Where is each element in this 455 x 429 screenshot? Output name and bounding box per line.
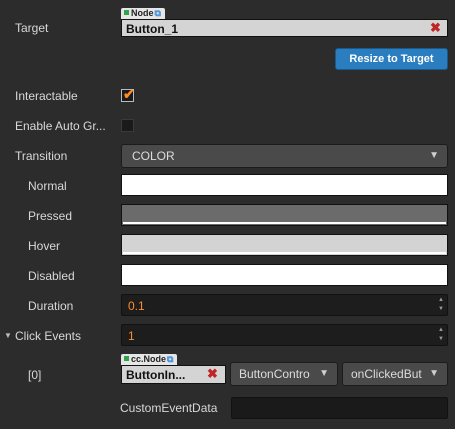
interactable-checkbox[interactable]: ✔ [121, 86, 135, 102]
spin-down-icon: ▼ [438, 336, 444, 342]
click-events-spinner[interactable]: ▲ ▼ [437, 326, 445, 344]
target-label: Target [15, 21, 49, 35]
hover-color-swatch[interactable] [121, 234, 448, 256]
external-link-icon[interactable]: ⧉ [155, 8, 161, 18]
pressed-label: Pressed [28, 209, 73, 223]
custom-event-data-input[interactable] [231, 397, 448, 419]
target-node-field[interactable]: Button_1 [121, 19, 448, 37]
interactable-label: Interactable [15, 89, 78, 103]
custom-event-data-label: CustomEventData [120, 401, 218, 415]
chevron-down-icon: ▼ [429, 368, 439, 379]
chevron-down-icon: ▼ [429, 150, 439, 161]
chevron-down-icon: ▼ [319, 368, 329, 379]
clear-event-node-icon[interactable]: ✖ [207, 365, 218, 383]
event-node-type-tag: cc.Node⧉ [121, 354, 178, 365]
hover-label: Hover [28, 239, 61, 253]
auto-gray-checkbox[interactable] [121, 119, 134, 132]
external-link-icon[interactable]: ⧉ [167, 354, 173, 364]
normal-label: Normal [28, 179, 67, 193]
normal-color-swatch[interactable] [121, 174, 448, 196]
click-events-count-input[interactable]: 1 ▲ ▼ [121, 324, 448, 346]
disabled-label: Disabled [28, 269, 75, 283]
auto-gray-label: Enable Auto Gr... [15, 119, 106, 133]
transition-label: Transition [15, 149, 68, 163]
spin-up-icon: ▲ [438, 297, 444, 303]
disabled-color-swatch[interactable] [121, 264, 448, 286]
event-handler-select[interactable]: onClickedBut ▼ [342, 362, 448, 386]
duration-spinner[interactable]: ▲ ▼ [437, 296, 445, 314]
click-events-label: Click Events [15, 329, 82, 343]
node-type-dot-icon [124, 356, 129, 361]
event-component-select[interactable]: ButtonContro ▼ [230, 362, 338, 386]
checkmark-icon: ✔ [123, 86, 135, 102]
spin-up-icon: ▲ [438, 327, 444, 333]
resize-to-target-button[interactable]: Resize to Target [335, 48, 448, 70]
transition-select[interactable]: COLOR ▼ [121, 144, 448, 168]
spin-down-icon: ▼ [438, 306, 444, 312]
event-index-label: [0] [28, 368, 42, 382]
duration-label: Duration [28, 299, 74, 313]
pressed-color-swatch[interactable] [121, 204, 448, 226]
clear-target-icon[interactable]: ✖ [430, 19, 441, 37]
node-type-dot-icon [124, 10, 129, 15]
node-type-tag: Node⧉ [121, 8, 165, 19]
duration-input[interactable]: 0.1 ▲ ▼ [121, 294, 448, 316]
expand-triangle-icon[interactable]: ▼ [4, 331, 12, 340]
